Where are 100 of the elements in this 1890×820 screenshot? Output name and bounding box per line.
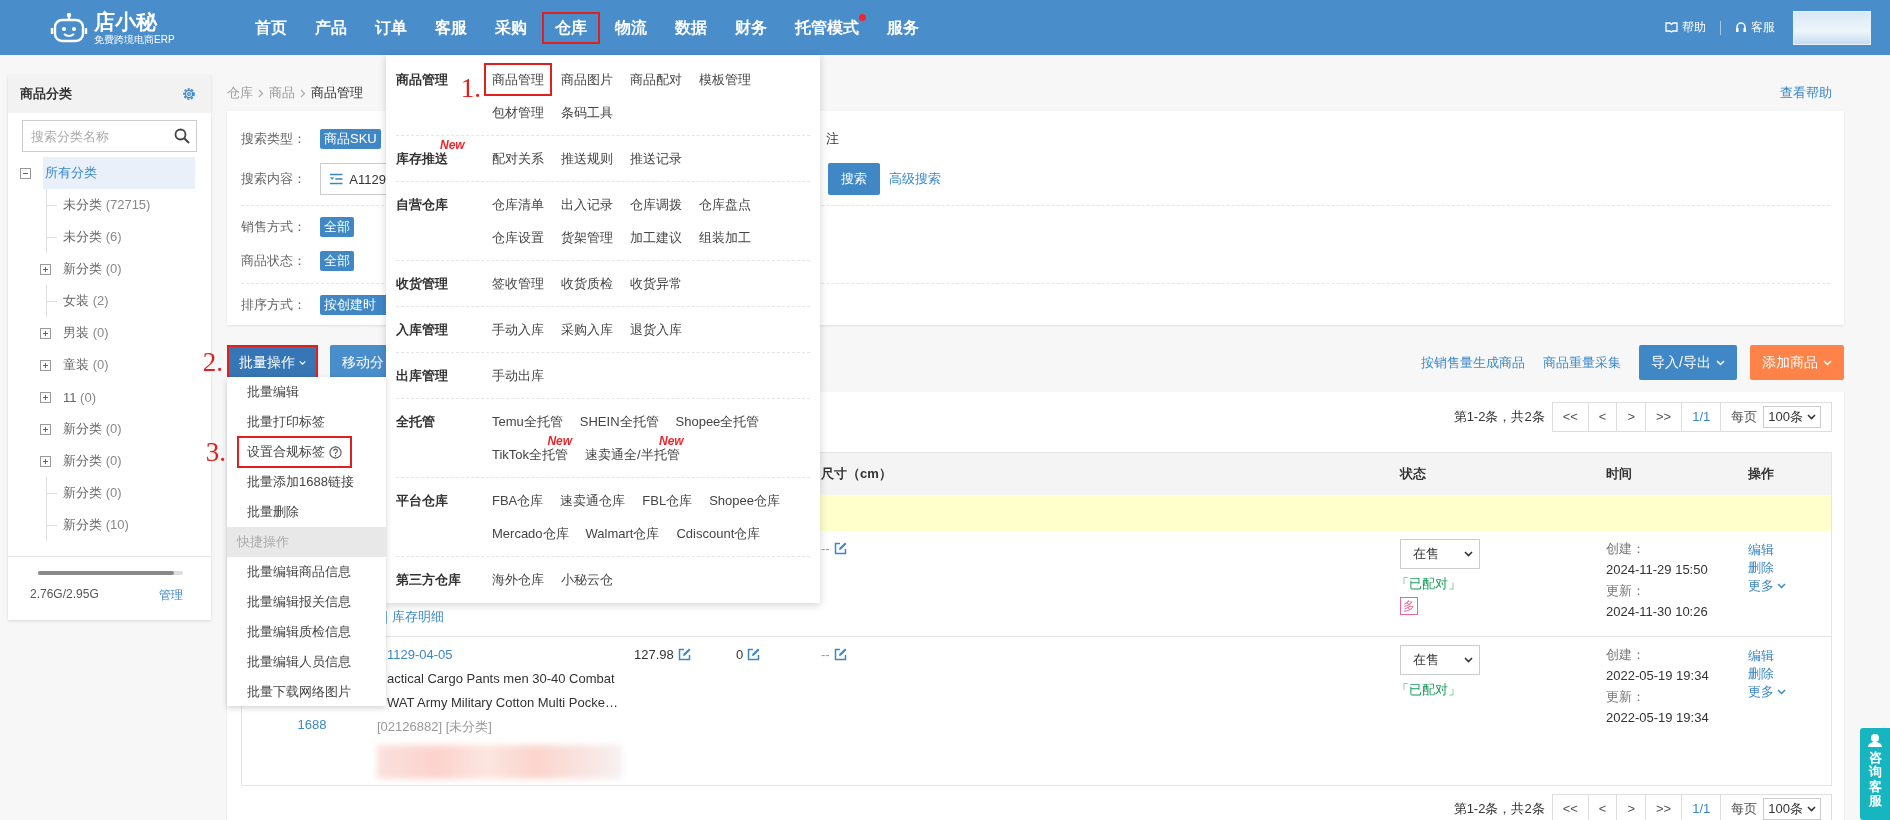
menu-item[interactable]: 批量删除	[247, 503, 299, 521]
menu-item[interactable]: 包材管理	[492, 104, 544, 120]
nav-item[interactable]: 订单	[362, 11, 420, 44]
header-link[interactable]: 帮助	[1665, 19, 1706, 36]
tree-item[interactable]: 新分类 (0)	[63, 452, 122, 470]
menu-item[interactable]: 商品图片	[561, 71, 613, 87]
menu-item[interactable]: TikTok全托管	[492, 446, 569, 462]
nav-item[interactable]: 首页	[242, 11, 300, 44]
menu-item[interactable]: Cdiscount仓库	[676, 525, 761, 541]
menu-item[interactable]: Mercado仓库	[492, 525, 569, 541]
menu-item[interactable]: 加工建议	[630, 229, 682, 245]
filter-tag[interactable]: 商品SKU	[320, 129, 381, 149]
menu-item[interactable]: 退货入库	[630, 321, 682, 337]
expand-toggle-icon[interactable]	[40, 263, 51, 275]
menu-item[interactable]: Shopee仓库	[709, 492, 780, 508]
menu-item[interactable]: 设置合规标签	[237, 436, 352, 468]
tree-item[interactable]: 新分类 (0)	[63, 484, 122, 502]
menu-item[interactable]: 批量编辑人员信息	[247, 653, 351, 671]
pagination-button[interactable]: >>	[1645, 795, 1682, 820]
page-size-select[interactable]: 100条	[1763, 406, 1821, 428]
menu-item[interactable]: Temu全托管	[492, 413, 563, 429]
menu-item[interactable]: FBA仓库	[492, 492, 544, 508]
menu-item[interactable]: 仓库设置	[492, 229, 544, 245]
menu-item[interactable]: 推送记录	[630, 150, 682, 166]
toolbar-button[interactable]: 导入/导出	[1639, 345, 1737, 380]
status-select[interactable]: 在售	[1400, 539, 1480, 569]
menu-item[interactable]: 批量添加1688链接	[247, 473, 354, 491]
nav-item[interactable]: 服务	[874, 11, 932, 44]
pagination-button[interactable]: >	[1616, 795, 1646, 820]
menu-item[interactable]: 商品管理	[484, 62, 552, 96]
advanced-search-link[interactable]: 高级搜索	[889, 170, 941, 188]
tree-item[interactable]: 新分类 (0)	[63, 260, 122, 278]
filter-option[interactable]: 注	[825, 130, 839, 148]
collapse-toggle-icon[interactable]	[20, 167, 31, 179]
source-link[interactable]: 1688	[297, 717, 327, 732]
manage-link[interactable]: 管理	[159, 587, 183, 604]
tree-item[interactable]: 未分类 (72715)	[63, 196, 151, 214]
tree-item[interactable]: 新分类 (10)	[63, 516, 129, 534]
menu-item[interactable]: 仓库清单	[492, 196, 544, 212]
help-link[interactable]: 查看帮助	[1780, 84, 1832, 102]
menu-item[interactable]: 组装加工	[699, 229, 751, 245]
menu-item[interactable]: 批量编辑	[247, 383, 299, 401]
menu-item[interactable]: 仓库盘点	[699, 196, 751, 212]
edit-icon[interactable]	[833, 648, 847, 661]
nav-item[interactable]: 仓库	[542, 11, 600, 44]
edit-icon[interactable]	[747, 648, 761, 661]
search-button[interactable]: 搜索	[828, 163, 880, 195]
menu-item[interactable]: 商品配对	[630, 71, 682, 87]
menu-item[interactable]: SHEIN全托管	[579, 413, 659, 429]
search-field[interactable]: 搜索分类名称	[22, 120, 197, 152]
tree-item[interactable]: 新分类 (0)	[63, 420, 122, 438]
pagination-button[interactable]: <<	[1552, 795, 1588, 820]
action-link[interactable]: 编辑	[1748, 541, 1774, 559]
pagination-button[interactable]: <<	[1552, 403, 1588, 431]
tree-item[interactable]: 女装 (2)	[63, 292, 109, 310]
filter-tag[interactable]: 全部	[320, 251, 354, 271]
toolbar-link[interactable]: 商品重量采集	[1543, 353, 1622, 372]
menu-item[interactable]: 出入记录	[561, 196, 613, 212]
menu-item[interactable]: 批量编辑报关信息	[247, 593, 351, 611]
page-size-select[interactable]: 100条	[1763, 798, 1821, 820]
nav-item[interactable]: 物流	[602, 11, 660, 44]
menu-item[interactable]: 手动入库	[492, 321, 544, 337]
menu-item[interactable]: 签收管理	[492, 275, 544, 291]
settings-icon[interactable]	[181, 86, 197, 102]
pagination-button[interactable]: >>	[1645, 403, 1682, 431]
expand-toggle-icon[interactable]	[40, 455, 51, 467]
action-link[interactable]: 编辑	[1748, 647, 1774, 665]
pagination-button[interactable]: >	[1616, 403, 1646, 431]
nav-item[interactable]: 财务	[722, 11, 780, 44]
nav-item[interactable]: 数据	[662, 11, 720, 44]
nav-item[interactable]: 采购	[482, 11, 540, 44]
edit-icon[interactable]	[833, 542, 847, 555]
menu-item[interactable]: 批量编辑质检信息	[247, 623, 351, 641]
expand-toggle-icon[interactable]	[40, 423, 51, 435]
menu-item[interactable]: 批量下载网络图片	[247, 683, 351, 701]
status-select[interactable]: 在售	[1400, 645, 1480, 675]
menu-item[interactable]: 推送规则	[561, 150, 613, 166]
menu-item[interactable]: 货架管理	[561, 229, 613, 245]
expand-toggle-icon[interactable]	[40, 391, 51, 403]
tree-item[interactable]: 11 (0)	[63, 389, 96, 405]
breadcrumb-item[interactable]: 商品管理	[311, 84, 363, 102]
menu-item[interactable]: 收货异常	[630, 275, 682, 291]
filter-tag[interactable]: 全部	[320, 217, 354, 237]
expand-toggle-icon[interactable]	[40, 359, 51, 371]
tree-item[interactable]: 男装 (0)	[63, 324, 109, 342]
menu-item[interactable]: 速卖通仓库	[560, 492, 626, 508]
menu-item[interactable]: 模板管理	[699, 71, 751, 87]
menu-item[interactable]: 收货质检	[561, 275, 613, 291]
nav-item[interactable]: 托管模式	[782, 11, 872, 44]
pagination-button[interactable]: 1/1	[1681, 403, 1721, 431]
menu-item[interactable]: 条码工具	[561, 104, 613, 120]
menu-item[interactable]: 手动出库	[492, 367, 544, 383]
menu-item[interactable]: 批量编辑商品信息	[247, 563, 351, 581]
menu-item[interactable]: 仓库调拨	[630, 196, 682, 212]
pagination-button[interactable]: <	[1587, 403, 1617, 431]
menu-item[interactable]: 批量打印标签	[247, 413, 325, 431]
tree-item[interactable]: 所有分类	[43, 157, 195, 189]
menu-item[interactable]: 采购入库	[561, 321, 613, 337]
action-link[interactable]: 删除	[1748, 559, 1774, 577]
menu-item[interactable]: Walmart仓库	[585, 525, 660, 541]
